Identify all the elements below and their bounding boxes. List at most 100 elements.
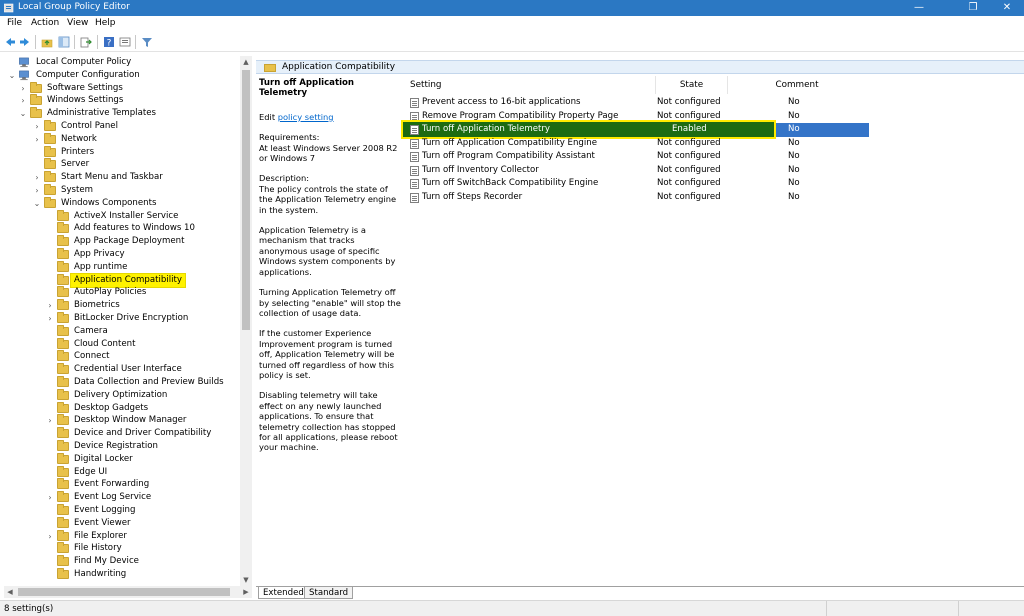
column-header-comment[interactable]: Comment xyxy=(728,76,866,94)
up-folder-icon[interactable] xyxy=(41,36,53,48)
folder-icon xyxy=(57,401,69,413)
minimize-button[interactable]: — xyxy=(904,0,934,16)
menu-action[interactable]: Action xyxy=(31,18,59,28)
tree-item-start-menu-and-taskbar[interactable]: › Start Menu and Taskbar xyxy=(4,171,240,184)
computer-policy-icon xyxy=(19,57,29,68)
tree-item-label: Connect xyxy=(74,351,110,362)
show-hide-tree-icon[interactable] xyxy=(58,36,70,48)
tree-item-connect[interactable]: Connect xyxy=(4,350,240,363)
scroll-right-arrow-icon[interactable]: ▶ xyxy=(240,586,252,598)
collapse-arrow-icon[interactable]: › xyxy=(33,171,41,184)
filter-icon[interactable] xyxy=(141,36,153,48)
collapse-arrow-icon[interactable]: › xyxy=(19,82,27,95)
setting-state: Not configured xyxy=(657,164,721,175)
menu-view[interactable]: View xyxy=(67,18,88,28)
tree-item-device-registration[interactable]: Device Registration xyxy=(4,440,240,453)
scroll-down-arrow-icon[interactable]: ▼ xyxy=(240,574,252,586)
tree-item-camera[interactable]: Camera xyxy=(4,324,240,338)
tree-item-credential-user-interface[interactable]: Credential User Interface xyxy=(4,363,240,376)
tree-item-local-computer-policy[interactable]: Local Computer Policy xyxy=(4,56,240,69)
setting-row-turn-off-application-compatibility-engine[interactable]: Turn off Application Compatibility Engin… xyxy=(404,137,869,151)
collapse-arrow-icon[interactable]: › xyxy=(33,184,41,197)
setting-row-turn-off-application-telemetry[interactable]: Turn off Application Telemetry Enabled No xyxy=(401,120,869,139)
policy-setting-icon xyxy=(410,125,419,135)
tree-item-software-settings[interactable]: › Software Settings xyxy=(4,81,240,95)
properties-icon[interactable] xyxy=(119,36,131,48)
tree-item-control-panel[interactable]: › Control Panel xyxy=(4,120,240,133)
tree-item-handwriting[interactable]: Handwriting xyxy=(4,568,240,581)
tree-item-app-runtime[interactable]: App runtime xyxy=(4,260,240,274)
tab-standard[interactable]: Standard xyxy=(304,587,354,599)
expand-arrow-icon[interactable]: ⌄ xyxy=(33,197,41,210)
tree-item-find-my-device[interactable]: Find My Device xyxy=(4,555,240,568)
tree-item-network[interactable]: › Network xyxy=(4,132,240,146)
tree-item-windows-components[interactable]: ⌄ Windows Components xyxy=(4,196,240,210)
maximize-button[interactable]: ❐ xyxy=(958,0,988,16)
tree-item-event-log-service[interactable]: › Event Log Service xyxy=(4,491,240,504)
tree-item-autoplay-policies[interactable]: AutoPlay Policies xyxy=(4,286,240,299)
tree-item-printers[interactable]: Printers xyxy=(4,145,240,159)
back-icon[interactable] xyxy=(4,36,16,48)
tree-item-event-forwarding[interactable]: Event Forwarding xyxy=(4,478,240,491)
tree-item-event-viewer[interactable]: Event Viewer xyxy=(4,516,240,530)
tab-extended[interactable]: Extended xyxy=(258,587,309,599)
tree-item-biometrics[interactable]: › Biometrics xyxy=(4,299,240,312)
tree-item-computer-configuration[interactable]: ⌄ Computer Configuration xyxy=(4,69,240,82)
tree-item-digital-locker[interactable]: Digital Locker xyxy=(4,452,240,466)
tree-item-add-features-to-windows-10[interactable]: Add features to Windows 10 xyxy=(4,222,240,235)
tree-item-desktop-window-manager[interactable]: › Desktop Window Manager xyxy=(4,414,240,427)
expand-arrow-icon[interactable]: ⌄ xyxy=(19,107,27,120)
tree-item-app-privacy[interactable]: App Privacy xyxy=(4,248,240,261)
column-header-state[interactable]: State xyxy=(656,76,728,94)
scroll-up-arrow-icon[interactable]: ▲ xyxy=(240,56,252,68)
tree-item-app-package-deployment[interactable]: App Package Deployment xyxy=(4,235,240,248)
menu-help[interactable]: Help xyxy=(95,18,116,28)
collapse-arrow-icon[interactable]: › xyxy=(46,414,54,427)
tree-horizontal-scrollbar[interactable]: ◀ ▶ xyxy=(4,586,252,598)
tree-item-file-explorer[interactable]: › File Explorer xyxy=(4,529,240,543)
collapse-arrow-icon[interactable]: › xyxy=(46,312,54,325)
tree-item-application-compatibility[interactable]: Application Compatibility xyxy=(4,272,240,288)
menu-file[interactable]: File xyxy=(7,18,22,28)
tree-item-label: Handwriting xyxy=(74,569,127,579)
expand-arrow-icon[interactable]: ⌄ xyxy=(8,69,16,82)
tree-item-edge-ui[interactable]: Edge UI xyxy=(4,465,240,479)
setting-row-remove-program-compatibility-property-page[interactable]: Remove Program Compatibility Property Pa… xyxy=(404,110,869,124)
column-header-setting[interactable]: Setting xyxy=(404,76,656,94)
tree-item-bitlocker-drive-encryption[interactable]: › BitLocker Drive Encryption xyxy=(4,312,240,325)
collapse-arrow-icon[interactable]: › xyxy=(19,94,27,107)
scroll-left-arrow-icon[interactable]: ◀ xyxy=(4,586,16,598)
setting-row-turn-off-switchback-compatibility-engine[interactable]: Turn off SwitchBack Compatibility Engine… xyxy=(404,177,869,191)
collapse-arrow-icon[interactable]: › xyxy=(33,120,41,133)
tree-item-server[interactable]: Server xyxy=(4,158,240,171)
tree-item-event-logging[interactable]: Event Logging xyxy=(4,504,240,517)
export-list-icon[interactable] xyxy=(80,36,92,48)
help-icon[interactable]: ? xyxy=(103,36,115,48)
collapse-arrow-icon[interactable]: › xyxy=(33,133,41,146)
folder-icon xyxy=(57,248,69,259)
collapse-arrow-icon[interactable]: › xyxy=(46,491,54,504)
tree-item-device-and-driver-compatibility[interactable]: Device and Driver Compatibility xyxy=(4,427,240,440)
setting-row-turn-off-program-compatibility-assistant[interactable]: Turn off Program Compatibility Assistant… xyxy=(404,150,869,164)
setting-row-turn-off-inventory-collector[interactable]: Turn off Inventory Collector Not configur… xyxy=(404,164,869,178)
scroll-thumb[interactable] xyxy=(242,70,250,330)
tree-vertical-scrollbar[interactable]: ▲ ▼ xyxy=(240,56,252,586)
scroll-thumb[interactable] xyxy=(18,588,230,596)
tree-item-activex-installer-service[interactable]: ActiveX Installer Service xyxy=(4,209,240,223)
tree-item-delivery-optimization[interactable]: Delivery Optimization xyxy=(4,388,240,402)
close-button[interactable]: ✕ xyxy=(992,0,1022,16)
tree-item-cloud-content[interactable]: Cloud Content xyxy=(4,337,240,351)
collapse-arrow-icon[interactable]: › xyxy=(46,299,54,312)
tree-item-windows-settings[interactable]: › Windows Settings xyxy=(4,94,240,107)
setting-row-prevent-access-to-16-bit-applications[interactable]: Prevent access to 16-bit applications Not… xyxy=(404,96,869,110)
setting-row-turn-off-steps-recorder[interactable]: Turn off Steps Recorder Not configured No xyxy=(404,191,869,205)
tree-item-administrative-templates[interactable]: ⌄ Administrative Templates xyxy=(4,107,240,120)
tree-item-system[interactable]: › System xyxy=(4,184,240,197)
folder-icon xyxy=(57,286,69,298)
tree-item-data-collection-and-preview-builds[interactable]: Data Collection and Preview Builds xyxy=(4,376,240,389)
tree-item-desktop-gadgets[interactable]: Desktop Gadgets xyxy=(4,401,240,415)
edit-policy-setting-link[interactable]: policy setting xyxy=(278,112,334,122)
tree-item-file-history[interactable]: File History xyxy=(4,542,240,555)
collapse-arrow-icon[interactable]: › xyxy=(46,530,54,543)
forward-icon[interactable] xyxy=(19,36,31,48)
